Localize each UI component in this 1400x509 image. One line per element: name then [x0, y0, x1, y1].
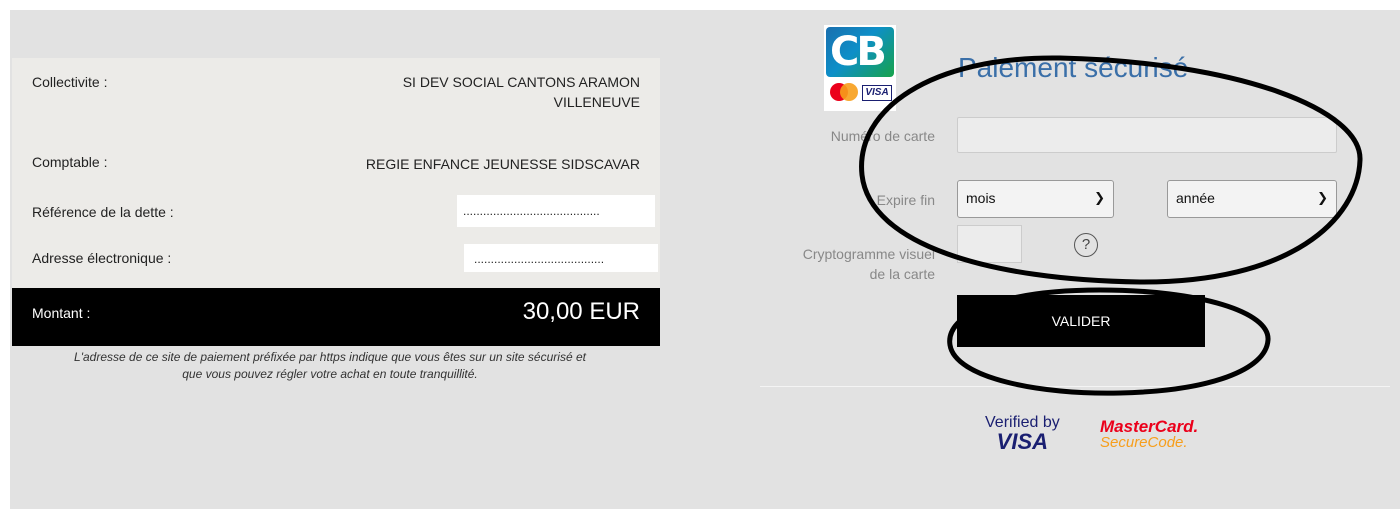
card-number-label: Numéro de carte: [830, 128, 935, 144]
collectivite-value-line1: SI DEV SOCIAL CANTONS ARAMON: [402, 74, 640, 90]
divider: [760, 386, 1390, 387]
security-note-line1: L'adresse de ce site de paiement préfixé…: [74, 350, 586, 364]
cvv-label: Cryptogramme visuel de la carte: [770, 244, 935, 284]
comptable-value: REGIE ENFANCE JEUNESSE SIDSCAVAR: [365, 156, 640, 172]
expiry-month-value: mois: [966, 190, 996, 206]
card-number-input[interactable]: [957, 117, 1337, 153]
vbv-line2: VISA: [996, 429, 1049, 454]
collectivite-label: Collectivite :: [32, 74, 108, 90]
amount-label: Montant :: [32, 305, 91, 321]
page-title: Paiement sécurisé: [958, 52, 1189, 83]
cvv-label-line1: Cryptogramme visuel: [802, 246, 935, 262]
payment-summary: Collectivite : SI DEV SOCIAL CANTONS ARA…: [12, 58, 660, 346]
expiry-year-value: année: [1176, 190, 1215, 206]
summary-row-reference: Référence de la dette : ................…: [12, 188, 660, 238]
security-note-line2: que vous pouvez régler votre achat en to…: [182, 367, 478, 381]
security-note: L'adresse de ce site de paiement préfixé…: [0, 349, 660, 383]
verified-by-visa-logo: Verified by VISA: [985, 414, 1060, 454]
mastercard-logo-orange: [840, 83, 858, 101]
summary-row-collectivite: Collectivite : SI DEV SOCIAL CANTONS ARA…: [12, 58, 660, 138]
summary-row-comptable: Comptable : REGIE ENFANCE JEUNESSE SIDSC…: [12, 138, 660, 188]
mcsc-line1: MasterCard.: [1100, 417, 1199, 436]
amount-bar: Montant : 30,00 EUR: [12, 288, 660, 346]
comptable-label: Comptable :: [32, 154, 108, 170]
chevron-down-icon: ❯: [1317, 190, 1328, 205]
mcsc-line2: SecureCode.: [1100, 434, 1188, 451]
question-circle-icon[interactable]: ?: [1074, 233, 1098, 257]
cb-logo-text: CB: [830, 29, 887, 75]
collectivite-value: SI DEV SOCIAL CANTONS ARAMON VILLENEUVE: [403, 72, 640, 112]
cvv-input[interactable]: [957, 225, 1022, 263]
amount-value: 30,00 EUR: [522, 298, 640, 325]
validate-button[interactable]: VALIDER: [957, 295, 1205, 347]
expiry-label: Expire fin: [876, 192, 935, 208]
collectivite-value-line2: VILLENEUVE: [553, 94, 640, 110]
email-value: .......................................: [464, 244, 658, 272]
expiry-month-select[interactable]: mois ❯: [957, 180, 1114, 218]
cb-logo-mark: CB: [826, 27, 894, 77]
email-label: Adresse électronique :: [32, 250, 172, 266]
cvv-label-line2: de la carte: [869, 266, 935, 282]
mastercard-securecode-logo: MasterCard. SecureCode.: [1100, 418, 1198, 451]
cb-logo: CB VISA: [824, 25, 896, 111]
reference-label: Référence de la dette :: [32, 204, 174, 220]
visa-mini-logo: VISA: [862, 85, 892, 101]
reference-value: ........................................…: [457, 195, 655, 227]
chevron-down-icon: ❯: [1094, 190, 1105, 205]
expiry-year-select[interactable]: année ❯: [1167, 180, 1337, 218]
summary-row-email: Adresse électronique : .................…: [12, 238, 660, 288]
